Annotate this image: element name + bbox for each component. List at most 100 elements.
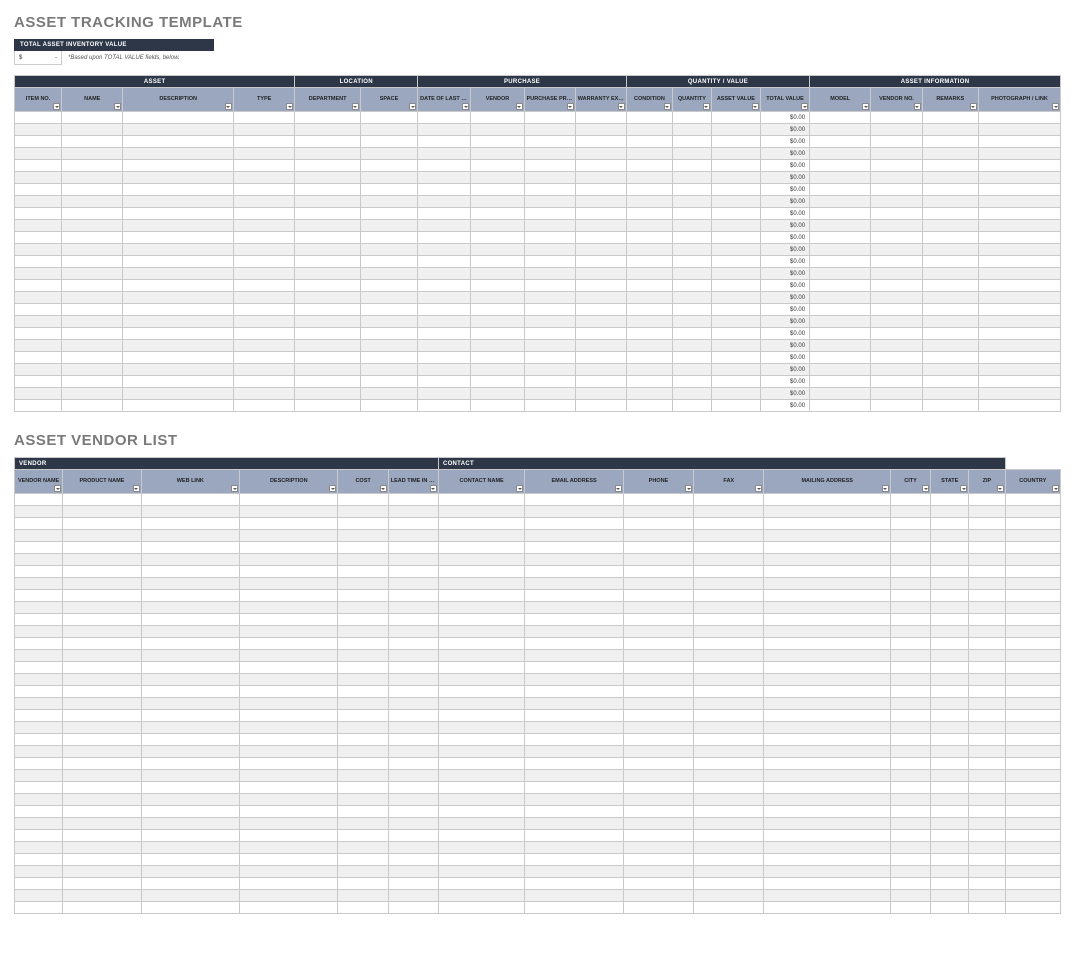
cell[interactable] [922,136,978,148]
cell[interactable] [922,328,978,340]
cell[interactable] [15,184,62,196]
cell[interactable] [524,328,575,340]
cell[interactable] [15,734,63,746]
cell[interactable] [626,280,672,292]
cell[interactable] [338,758,388,770]
cell[interactable] [141,590,239,602]
filter-dropdown-icon[interactable] [755,485,762,492]
cell[interactable] [438,902,524,914]
cell[interactable] [969,734,1005,746]
cell[interactable] [63,686,141,698]
cell[interactable] [575,196,626,208]
cell[interactable] [694,662,764,674]
cell[interactable] [764,842,891,854]
cell[interactable] [969,650,1005,662]
cell[interactable] [626,184,672,196]
cell[interactable] [141,542,239,554]
cell[interactable]: $0.00 [760,352,809,364]
cell[interactable] [764,830,891,842]
cell[interactable] [388,794,438,806]
cell[interactable] [871,364,922,376]
cell[interactable] [233,304,294,316]
cell[interactable] [338,590,388,602]
cell[interactable] [233,376,294,388]
cell[interactable] [123,256,234,268]
cell[interactable] [62,352,123,364]
cell[interactable] [240,590,338,602]
cell[interactable] [764,770,891,782]
cell[interactable] [338,902,388,914]
cell[interactable] [15,376,62,388]
cell[interactable] [63,578,141,590]
cell[interactable] [15,316,62,328]
cell[interactable] [694,782,764,794]
cell[interactable] [360,232,417,244]
cell[interactable] [672,280,711,292]
cell[interactable] [295,400,360,412]
cell[interactable] [141,554,239,566]
filter-dropdown-icon[interactable] [225,103,232,110]
cell[interactable] [338,830,388,842]
cell[interactable] [524,160,575,172]
cell[interactable] [711,292,760,304]
cell[interactable] [764,590,891,602]
cell[interactable] [418,232,471,244]
cell[interactable] [623,638,693,650]
cell[interactable] [15,842,63,854]
cell[interactable] [123,196,234,208]
cell[interactable] [63,794,141,806]
cell[interactable] [1005,890,1060,902]
cell[interactable] [63,842,141,854]
cell[interactable] [62,316,123,328]
cell[interactable] [240,794,338,806]
cell[interactable] [764,890,891,902]
cell[interactable] [15,352,62,364]
cell[interactable] [623,518,693,530]
cell[interactable] [626,256,672,268]
cell[interactable] [711,364,760,376]
cell[interactable] [626,364,672,376]
cell[interactable] [764,518,891,530]
cell[interactable] [672,172,711,184]
cell[interactable] [1005,554,1060,566]
cell[interactable] [810,304,871,316]
cell[interactable] [63,758,141,770]
filter-dropdown-icon[interactable] [430,485,437,492]
cell[interactable] [1005,782,1060,794]
cell[interactable] [471,376,524,388]
cell[interactable] [672,340,711,352]
cell[interactable] [388,554,438,566]
cell[interactable] [672,244,711,256]
cell[interactable] [240,746,338,758]
cell[interactable] [978,352,1060,364]
cell[interactable] [623,650,693,662]
cell[interactable]: $0.00 [760,184,809,196]
cell[interactable] [141,770,239,782]
cell[interactable] [388,506,438,518]
cell[interactable] [418,304,471,316]
cell[interactable] [525,866,623,878]
filter-dropdown-icon[interactable] [380,485,387,492]
cell[interactable] [969,566,1005,578]
cell[interactable] [575,376,626,388]
cell[interactable] [1005,710,1060,722]
cell[interactable] [810,292,871,304]
cell[interactable] [524,112,575,124]
cell[interactable] [694,842,764,854]
cell[interactable] [141,578,239,590]
cell[interactable] [623,674,693,686]
cell[interactable] [978,184,1060,196]
filter-dropdown-icon[interactable] [516,485,523,492]
cell[interactable] [360,340,417,352]
cell[interactable] [438,662,524,674]
cell[interactable] [890,542,930,554]
cell[interactable] [295,136,360,148]
cell[interactable] [524,184,575,196]
cell[interactable] [871,196,922,208]
cell[interactable]: $0.00 [760,172,809,184]
cell[interactable] [623,734,693,746]
cell[interactable]: $0.00 [760,256,809,268]
cell[interactable] [525,698,623,710]
cell[interactable] [338,794,388,806]
cell[interactable] [626,400,672,412]
